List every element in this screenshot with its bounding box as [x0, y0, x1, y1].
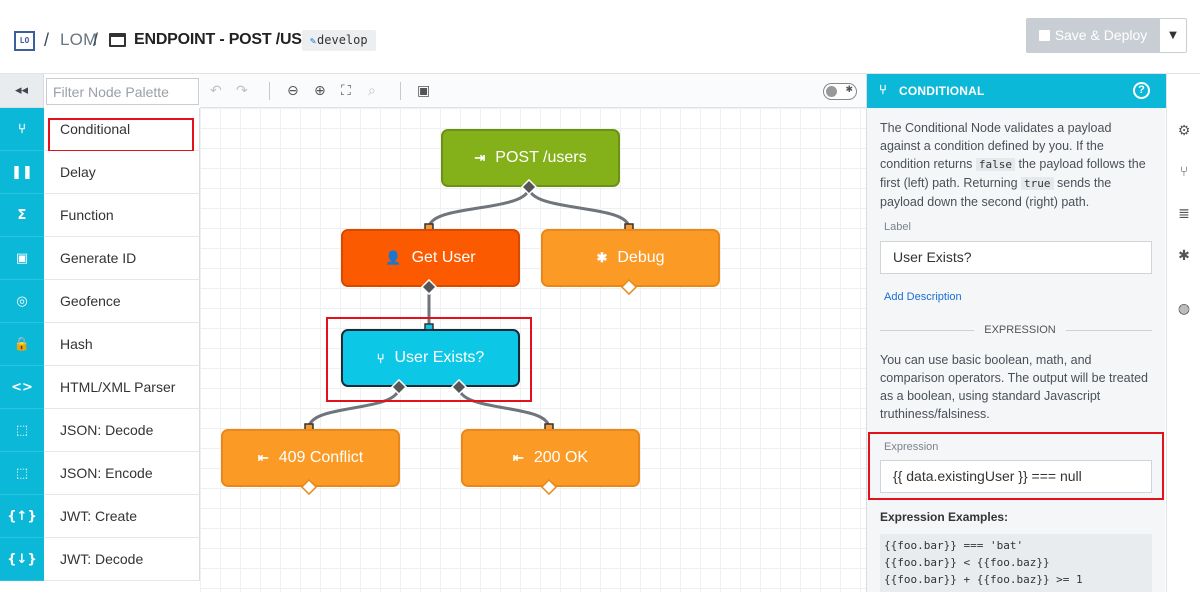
palette-item-label: Hash — [44, 323, 200, 366]
palette-item[interactable]: ◎ Geofence — [0, 280, 200, 323]
id-card-icon: ▣ — [0, 237, 44, 280]
palette-item[interactable]: {↓} JWT: Decode — [0, 538, 200, 581]
caret-down-icon: ▼ — [1169, 30, 1177, 41]
conditional-icon: ⑂ — [0, 108, 44, 151]
palette-item[interactable]: <> HTML/XML Parser — [0, 366, 200, 409]
code-false: false — [975, 158, 1016, 171]
output-port — [420, 278, 438, 296]
branch-icon[interactable]: ⑂ — [1175, 163, 1193, 181]
expression-help: You can use basic boolean, math, and com… — [880, 353, 1148, 421]
deploy-options-button[interactable]: ▼ — [1160, 18, 1187, 53]
toolbar-divider — [269, 82, 270, 100]
palette-item[interactable]: {↑} JWT: Create — [0, 495, 200, 538]
collapse-palette-button[interactable]: ◂◂ — [0, 74, 44, 108]
sigma-icon: Σ — [0, 194, 44, 237]
gear-icon[interactable]: ⚙ — [1175, 122, 1193, 140]
canvas-toolbar: ↶ ↷ ⊖ ⊕ ⛶ ⌕ ▣ ✱ — [200, 74, 866, 108]
conditional-icon: ⑂ — [879, 82, 887, 97]
filter-node-palette-input[interactable] — [46, 78, 199, 105]
code-icon: <> — [0, 366, 44, 409]
toggle-knob — [826, 86, 837, 97]
panel-title: CONDITIONAL — [899, 84, 985, 98]
highlight-box — [326, 317, 532, 402]
breadcrumb-separator: / — [44, 30, 50, 50]
crosshair-icon: ◎ — [0, 280, 44, 323]
add-comment-icon[interactable]: ▣ — [417, 83, 430, 99]
zoom-out-icon[interactable]: ⊖ — [287, 83, 299, 99]
workflow-icon — [109, 33, 126, 47]
examples-title: Expression Examples: — [880, 510, 1009, 524]
app-logo[interactable]: LO — [14, 31, 35, 51]
right-rail: ⚙ ⑂ ≣ ✱ ◍ — [1166, 74, 1200, 592]
json-encode-icon: ⬚ — [0, 452, 44, 495]
workflow-canvas[interactable]: ⇥ POST /users 👤 Get User ✱ Debug ⑂ User Exis… — [200, 108, 866, 592]
expression-examples: {{foo.bar}} === 'bat' {{foo.bar}} < {{fo… — [880, 534, 1152, 592]
palette-item-label: JWT: Create — [44, 495, 200, 538]
palette-item-label: Generate ID — [44, 237, 200, 280]
palette-item-label: JWT: Decode — [44, 538, 200, 581]
divider-line — [1066, 330, 1152, 331]
pause-icon: ❚❚ — [0, 151, 44, 194]
label-input[interactable]: User Exists? — [880, 241, 1152, 274]
output-port — [520, 178, 538, 196]
properties-panel: ⑂ CONDITIONAL ? The Conditional Node val… — [866, 74, 1166, 592]
debug-toggle[interactable]: ✱ — [823, 83, 857, 100]
highlight-box — [868, 432, 1164, 500]
output-port-empty — [620, 278, 638, 296]
section-divider: EXPRESSION — [880, 324, 1152, 336]
lock-icon: 🔒 — [0, 323, 44, 366]
panel-header: ⑂ CONDITIONAL ? — [867, 74, 1166, 108]
branch-name: develop — [317, 33, 368, 47]
label-caption: Label — [884, 221, 911, 233]
fit-screen-icon[interactable]: ⛶ — [341, 83, 351, 99]
bug-icon[interactable]: ✱ — [1175, 247, 1193, 265]
palette-item[interactable]: ❚❚ Delay — [0, 151, 200, 194]
output-port-empty — [300, 478, 318, 496]
palette-item-label: JSON: Decode — [44, 409, 200, 452]
database-icon[interactable]: ≣ — [1175, 205, 1193, 223]
breadcrumb-separator: / — [93, 30, 99, 50]
palette-item[interactable]: ⬚ JSON: Encode — [0, 452, 200, 495]
pencil-icon: ✎ — [310, 36, 317, 47]
toolbar-divider — [400, 82, 401, 100]
save-deploy-button[interactable]: Save & Deploy — [1026, 18, 1160, 53]
bug-icon: ✱ — [845, 85, 853, 95]
example-line: {{foo.bar}} + {{foo.baz}} >= 1 — [884, 573, 1083, 586]
divider-line — [880, 330, 974, 331]
zoom-in-icon[interactable]: ⊕ — [314, 83, 326, 99]
palette-item[interactable]: ▣ Generate ID — [0, 237, 200, 280]
palette-item[interactable]: ⬚ JSON: Decode — [0, 409, 200, 452]
example-line: {{foo.bar}} === 'bat' — [884, 539, 1024, 552]
palette-item-label: Delay — [44, 151, 200, 194]
palette-item-label: JSON: Encode — [44, 452, 200, 495]
help-icon[interactable]: ? — [1133, 82, 1150, 99]
palette-item[interactable]: 🔒 Hash — [0, 323, 200, 366]
section-title: EXPRESSION — [984, 324, 1056, 336]
palette-item-label: HTML/XML Parser — [44, 366, 200, 409]
add-description-link[interactable]: Add Description — [884, 291, 962, 303]
highlight-box — [48, 118, 194, 152]
zoom-reset-icon[interactable]: ⌕ — [368, 83, 376, 99]
top-bar: LO / LOM / ENDPOINT - POST /USERS ✎devel… — [0, 0, 1200, 74]
palette-item[interactable]: Σ Function — [0, 194, 200, 237]
code-true: true — [1021, 177, 1054, 190]
json-decode-icon: ⬚ — [0, 409, 44, 452]
palette-item-label: Geofence — [44, 280, 200, 323]
breadcrumb-app[interactable]: LOM — [60, 30, 97, 50]
globe-icon[interactable]: ◍ — [1175, 300, 1193, 318]
save-icon — [1038, 30, 1050, 41]
output-ports — [300, 178, 638, 496]
double-chevron-left-icon: ◂◂ — [14, 83, 29, 98]
node-description: The Conditional Node validates a payload… — [880, 119, 1155, 211]
save-deploy-label: Save & Deploy — [1054, 27, 1148, 43]
example-line: {{foo.bar}} < {{foo.baz}} — [884, 556, 1050, 569]
branch-badge[interactable]: ✎develop — [302, 30, 376, 51]
jwt-decode-icon: {↓} — [0, 538, 44, 581]
redo-icon[interactable]: ↷ — [236, 83, 248, 99]
undo-icon[interactable]: ↶ — [210, 83, 222, 99]
output-port-empty — [540, 478, 558, 496]
palette-item-label: Function — [44, 194, 200, 237]
jwt-create-icon: {↑} — [0, 495, 44, 538]
